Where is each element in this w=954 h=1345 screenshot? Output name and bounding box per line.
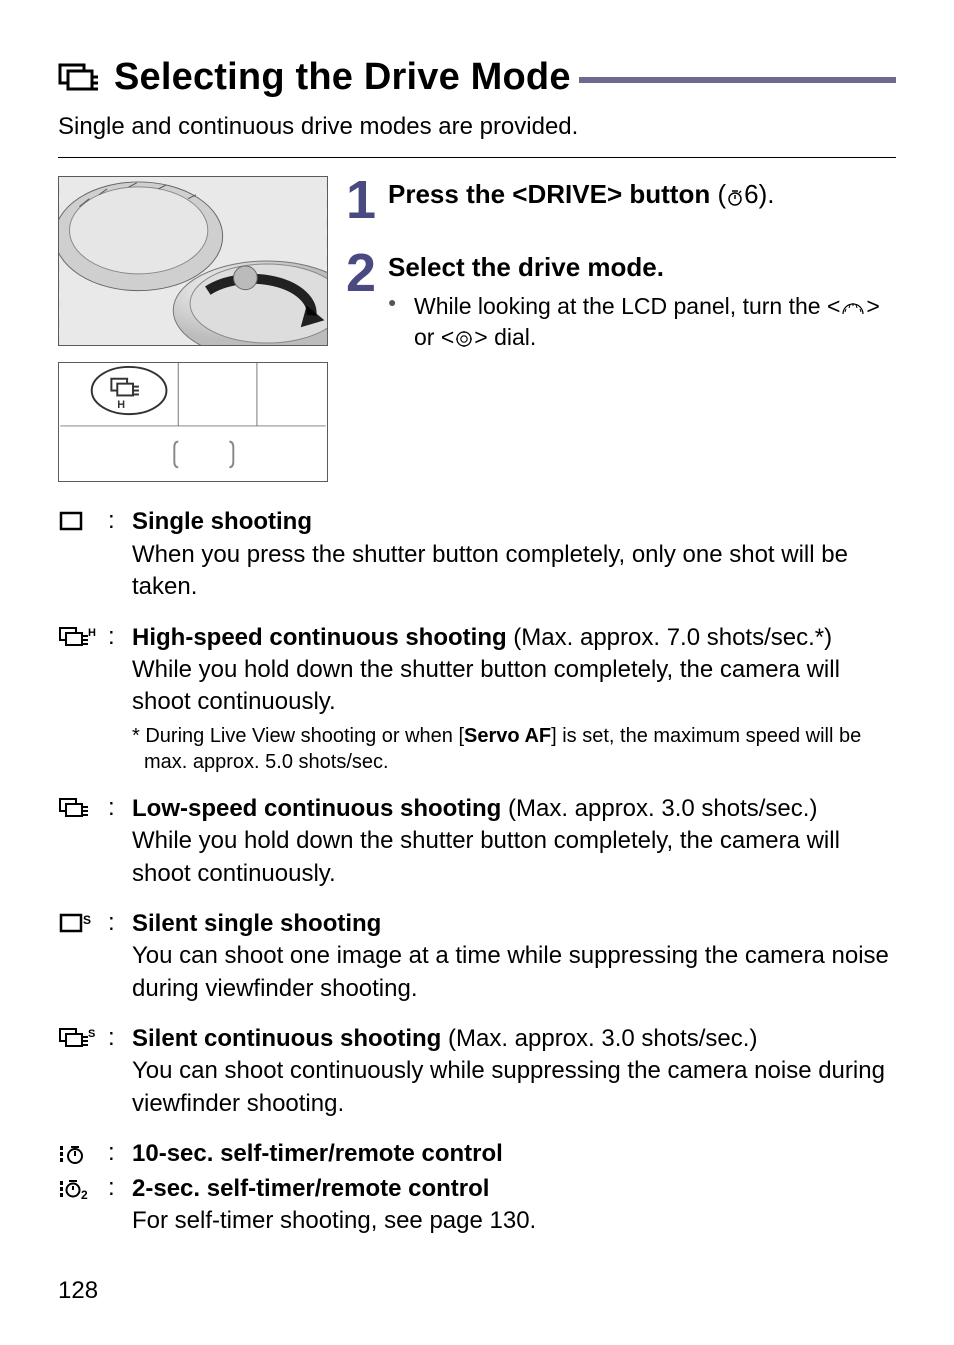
main-dial-icon xyxy=(840,300,866,318)
page-heading-row: Selecting the Drive Mode xyxy=(58,56,896,99)
step-1: 1 Press the <DRIVE> button (6). xyxy=(346,176,896,225)
footnote-bold: Servo AF xyxy=(464,725,551,747)
title-divider-bar xyxy=(579,77,896,83)
mode-paren: (Max. approx. 3.0 shots/sec.) xyxy=(501,795,817,822)
svg-text:S: S xyxy=(88,1028,95,1040)
page-title: Selecting the Drive Mode xyxy=(114,56,571,99)
step-2-heading: Select the drive mode. xyxy=(388,251,896,285)
mode-label: Silent continuous shooting xyxy=(132,1025,441,1052)
step-2: 2 Select the drive mode. While looking a… xyxy=(346,249,896,353)
step1-pre: Press the < xyxy=(388,179,527,209)
colon: : xyxy=(108,622,122,775)
mode-desc: You can shoot one image at a time while … xyxy=(132,940,896,1005)
mode-label: 2-sec. self-timer/remote control xyxy=(132,1175,489,1202)
bullet-pre: While looking at the LCD panel, turn the… xyxy=(414,293,840,319)
single-shooting-icon xyxy=(58,506,98,603)
self-timer-10-icon xyxy=(58,1138,98,1170)
step-2-bullet: While looking at the LCD panel, turn the… xyxy=(388,291,896,353)
step-1-heading: Press the <DRIVE> button (6). xyxy=(388,178,896,212)
bullet-post: > dial. xyxy=(474,324,536,350)
mode-label: Single shooting xyxy=(132,508,312,535)
steps-column: 1 Press the <DRIVE> button (6). 2 Select… xyxy=(346,176,896,482)
self-timer-2-icon: 2 xyxy=(58,1173,98,1238)
colon: : xyxy=(108,793,122,890)
mode-desc: You can shoot continuously while suppres… xyxy=(132,1055,896,1120)
mode-label: High-speed continuous shooting xyxy=(132,624,507,651)
illustration-column: H xyxy=(58,176,328,482)
high-speed-continuous-icon: H xyxy=(58,622,98,775)
intro-text: Single and continuous drive modes are pr… xyxy=(58,111,896,143)
steps-row: H 1 Press the <DRIVE> button (6). 2 xyxy=(58,176,896,482)
footnote-pre: * During Live View shooting or when [ xyxy=(132,725,464,747)
mode-high-speed: H : High-speed continuous shooting (Max.… xyxy=(58,622,896,775)
mode-label: Silent single shooting xyxy=(132,910,381,937)
mode-desc: While you hold down the shutter button c… xyxy=(132,825,896,890)
timer-seconds: 6 xyxy=(744,179,758,209)
drive-modes-list: : Single shooting When you press the shu… xyxy=(58,506,896,1237)
mode-self-timer-2: 2 : 2-sec. self-timer/remote control For… xyxy=(58,1173,896,1238)
mode-footnote: * During Live View shooting or when [Ser… xyxy=(132,723,896,775)
step-number: 2 xyxy=(346,249,382,353)
section-divider xyxy=(58,157,896,158)
step1-paren-open: ( xyxy=(710,179,726,209)
mode-desc: When you press the shutter button comple… xyxy=(132,539,896,604)
colon: : xyxy=(108,1138,122,1170)
mode-paren: (Max. approx. 3.0 shots/sec.) xyxy=(441,1025,757,1052)
colon: : xyxy=(108,908,122,1005)
step1-post: > button xyxy=(607,179,710,209)
mode-label: Low-speed continuous shooting xyxy=(132,795,501,822)
svg-text:H: H xyxy=(117,400,125,412)
lcd-panel-illustration: H xyxy=(58,362,328,482)
mode-silent-single: S : Silent single shooting You can shoot… xyxy=(58,908,896,1005)
drive-button-label: DRIVE xyxy=(527,179,606,209)
low-speed-continuous-icon xyxy=(58,793,98,890)
mode-desc: For self-timer shooting, see page 130. xyxy=(132,1205,896,1237)
camera-dial-illustration xyxy=(58,176,328,346)
step1-paren-close: ). xyxy=(759,179,775,209)
mode-self-timer-10: : 10-sec. self-timer/remote control xyxy=(58,1138,896,1170)
timer-icon xyxy=(726,187,744,207)
colon: : xyxy=(108,1023,122,1120)
colon: : xyxy=(108,1173,122,1238)
drive-mode-icon xyxy=(58,59,100,96)
mode-silent-continuous: S : Silent continuous shooting (Max. app… xyxy=(58,1023,896,1120)
mode-low-speed: : Low-speed continuous shooting (Max. ap… xyxy=(58,793,896,890)
quick-control-dial-icon xyxy=(454,329,474,349)
svg-text:2: 2 xyxy=(81,1188,88,1201)
silent-continuous-icon: S xyxy=(58,1023,98,1120)
page-number: 128 xyxy=(58,1277,98,1305)
svg-text:H: H xyxy=(88,627,96,639)
mode-desc: While you hold down the shutter button c… xyxy=(132,654,896,719)
silent-single-icon: S xyxy=(58,908,98,1005)
mode-paren: (Max. approx. 7.0 shots/sec.*) xyxy=(507,624,832,651)
step-number: 1 xyxy=(346,176,382,225)
colon: : xyxy=(108,506,122,603)
svg-text:S: S xyxy=(83,913,91,927)
mode-single: : Single shooting When you press the shu… xyxy=(58,506,896,603)
mode-label: 10-sec. self-timer/remote control xyxy=(132,1140,503,1167)
